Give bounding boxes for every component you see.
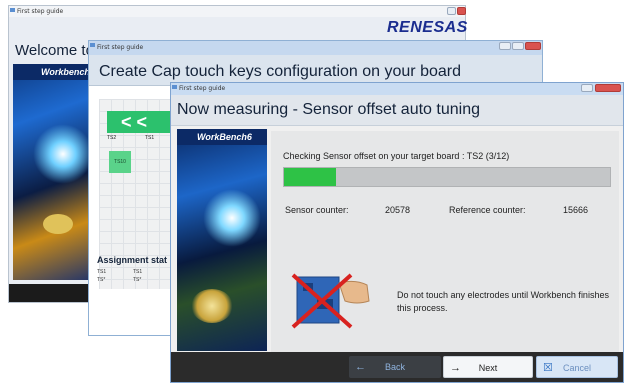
cancel-button[interactable]: ☒ Cancel bbox=[536, 356, 618, 378]
ts-label: TS2 bbox=[107, 135, 117, 141]
back-button-label: Back bbox=[384, 362, 405, 372]
config-heading: Create Cap touch keys configuration on y… bbox=[99, 63, 461, 80]
measuring-window: First step guide Now measuring - Sensor … bbox=[170, 82, 624, 383]
reference-counter-value: 15666 bbox=[563, 205, 589, 215]
app-icon bbox=[172, 85, 177, 89]
light-burst bbox=[33, 124, 93, 184]
back-button[interactable]: ← Back bbox=[349, 356, 441, 378]
welcome-window-title: First step guide bbox=[17, 8, 64, 15]
assignment-cell: TS1 bbox=[97, 269, 107, 275]
assignment-status-title: Assignment stat bbox=[97, 255, 168, 265]
measuring-side-image: WorkBench6 bbox=[177, 129, 267, 351]
arrow-left-icon: < < bbox=[121, 112, 148, 132]
measuring-window-titlebar: First step guide bbox=[171, 83, 623, 95]
key-graphic bbox=[43, 214, 73, 234]
next-button-label: Next bbox=[478, 363, 498, 373]
app-icon bbox=[10, 8, 15, 12]
next-button[interactable]: → Next bbox=[443, 356, 533, 378]
reference-counter-label: Reference counter: bbox=[449, 205, 526, 215]
ts-label: TS1 bbox=[145, 135, 155, 141]
close-button[interactable] bbox=[457, 7, 466, 15]
assignment-cell: TS* bbox=[97, 277, 106, 283]
close-button[interactable] bbox=[595, 84, 621, 92]
status-text: Checking Sensor offset on your target bo… bbox=[283, 151, 510, 161]
light-burst bbox=[203, 189, 261, 247]
welcome-window-titlebar: First step guide bbox=[9, 6, 466, 17]
measuring-window-title: First step guide bbox=[179, 85, 226, 92]
config-window-titlebar: First step guide bbox=[89, 41, 542, 55]
measuring-footer: ← Back → Next ☒ Cancel bbox=[171, 352, 623, 382]
workbench-strip: Workbench bbox=[13, 64, 97, 80]
notice-text: Do not touch any electrodes until Workbe… bbox=[397, 290, 609, 313]
workbench-logo: WorkBench6 bbox=[177, 129, 267, 145]
sensor-counter-label: Sensor counter: bbox=[285, 205, 349, 215]
progress-bar bbox=[283, 167, 611, 187]
welcome-side-image: Workbench bbox=[13, 64, 97, 280]
touch-key[interactable]: TS10 bbox=[109, 151, 131, 173]
assignment-cell: TS* bbox=[133, 277, 142, 283]
progress-fill bbox=[284, 168, 337, 186]
slider-element[interactable]: < < bbox=[107, 111, 177, 133]
maximize-button[interactable] bbox=[512, 42, 524, 50]
key-graphic bbox=[191, 289, 233, 323]
minimize-button[interactable] bbox=[499, 42, 511, 50]
config-window-title: First step guide bbox=[97, 44, 144, 51]
assignment-cell: TS1 bbox=[133, 269, 143, 275]
renesas-logo: RENESAS bbox=[387, 19, 468, 36]
measuring-heading: Now measuring - Sensor offset auto tunin… bbox=[177, 101, 480, 118]
minimize-button[interactable] bbox=[581, 84, 593, 92]
close-button[interactable] bbox=[525, 42, 541, 50]
minimize-button[interactable] bbox=[447, 7, 456, 15]
app-icon bbox=[90, 43, 95, 47]
do-not-touch-icon bbox=[291, 273, 370, 329]
sensor-counter-value: 20578 bbox=[385, 205, 411, 215]
welcome-heading: Welcome to bbox=[15, 42, 94, 59]
cancel-button-label: Cancel bbox=[562, 363, 591, 373]
